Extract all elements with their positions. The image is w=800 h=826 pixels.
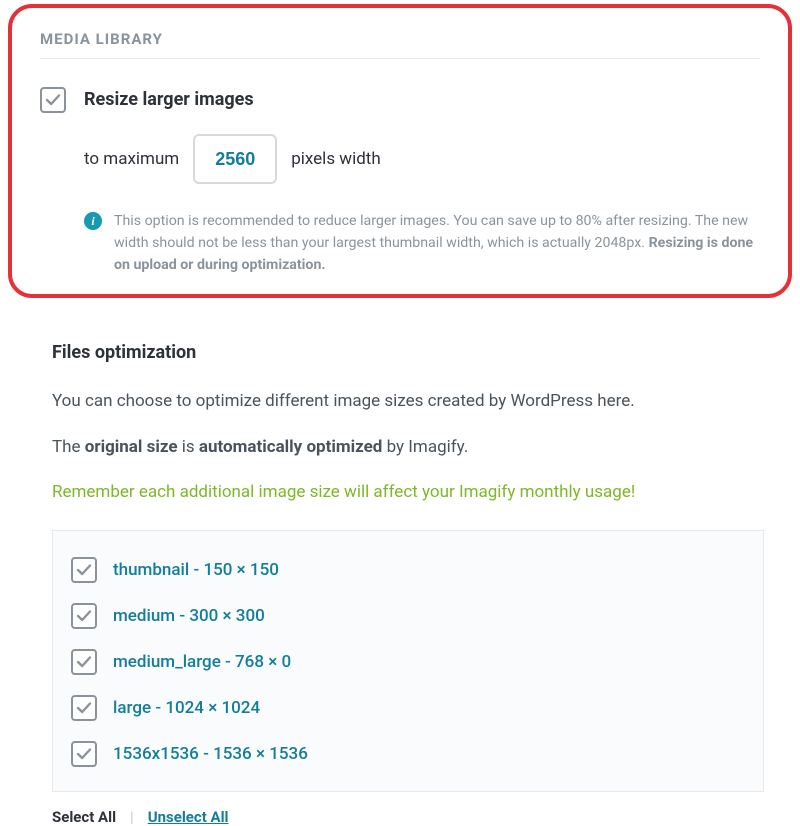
check-icon xyxy=(75,745,93,763)
info-icon: i xyxy=(84,212,102,230)
size-item: medium_large - 768 × 0 xyxy=(71,639,745,685)
size-item: 1536x1536 - 1536 × 1536 xyxy=(71,731,745,777)
size-label: medium_large - 768 × 0 xyxy=(113,652,291,672)
size-checkbox[interactable] xyxy=(71,557,97,583)
files-intro: You can choose to optimize different ima… xyxy=(52,389,764,415)
resize-title: Resize larger images xyxy=(84,89,760,110)
check-icon xyxy=(75,653,93,671)
check-icon xyxy=(75,699,93,717)
sizes-list: thumbnail - 150 × 150 medium - 300 × 300… xyxy=(52,530,764,792)
size-item: thumbnail - 150 × 150 xyxy=(71,547,745,593)
size-label: medium - 300 × 300 xyxy=(113,606,265,626)
resize-suffix: pixels width xyxy=(291,149,381,169)
resize-hint: This option is recommended to reduce lar… xyxy=(114,210,760,276)
check-icon xyxy=(75,561,93,579)
files-warning: Remember each additional image size will… xyxy=(52,480,764,506)
check-icon xyxy=(75,607,93,625)
media-library-panel: MEDIA LIBRARY Resize larger images to ma… xyxy=(8,4,792,298)
size-label: thumbnail - 150 × 150 xyxy=(113,560,279,580)
size-checkbox[interactable] xyxy=(71,695,97,721)
resize-prefix: to maximum xyxy=(84,149,179,169)
select-all-link[interactable]: Select All xyxy=(52,808,116,826)
files-heading: Files optimization xyxy=(52,342,764,363)
resize-checkbox[interactable] xyxy=(40,87,66,113)
size-label: large - 1024 × 1024 xyxy=(113,698,260,718)
size-item: large - 1024 × 1024 xyxy=(71,685,745,731)
size-checkbox[interactable] xyxy=(71,603,97,629)
resize-row: Resize larger images to maximum pixels w… xyxy=(40,87,760,276)
separator: | xyxy=(130,808,134,826)
section-title: MEDIA LIBRARY xyxy=(40,30,760,59)
size-checkbox[interactable] xyxy=(71,741,97,767)
check-icon xyxy=(44,91,62,109)
unselect-all-link[interactable]: Unselect All xyxy=(148,808,229,826)
size-checkbox[interactable] xyxy=(71,649,97,675)
files-optimization-section: Files optimization You can choose to opt… xyxy=(8,304,792,826)
bulk-actions: Select All | Unselect All xyxy=(52,808,764,826)
files-original-line: The original size is automatically optim… xyxy=(52,435,764,461)
max-width-input[interactable] xyxy=(193,134,277,184)
size-label: 1536x1536 - 1536 × 1536 xyxy=(113,744,308,764)
size-item: medium - 300 × 300 xyxy=(71,593,745,639)
